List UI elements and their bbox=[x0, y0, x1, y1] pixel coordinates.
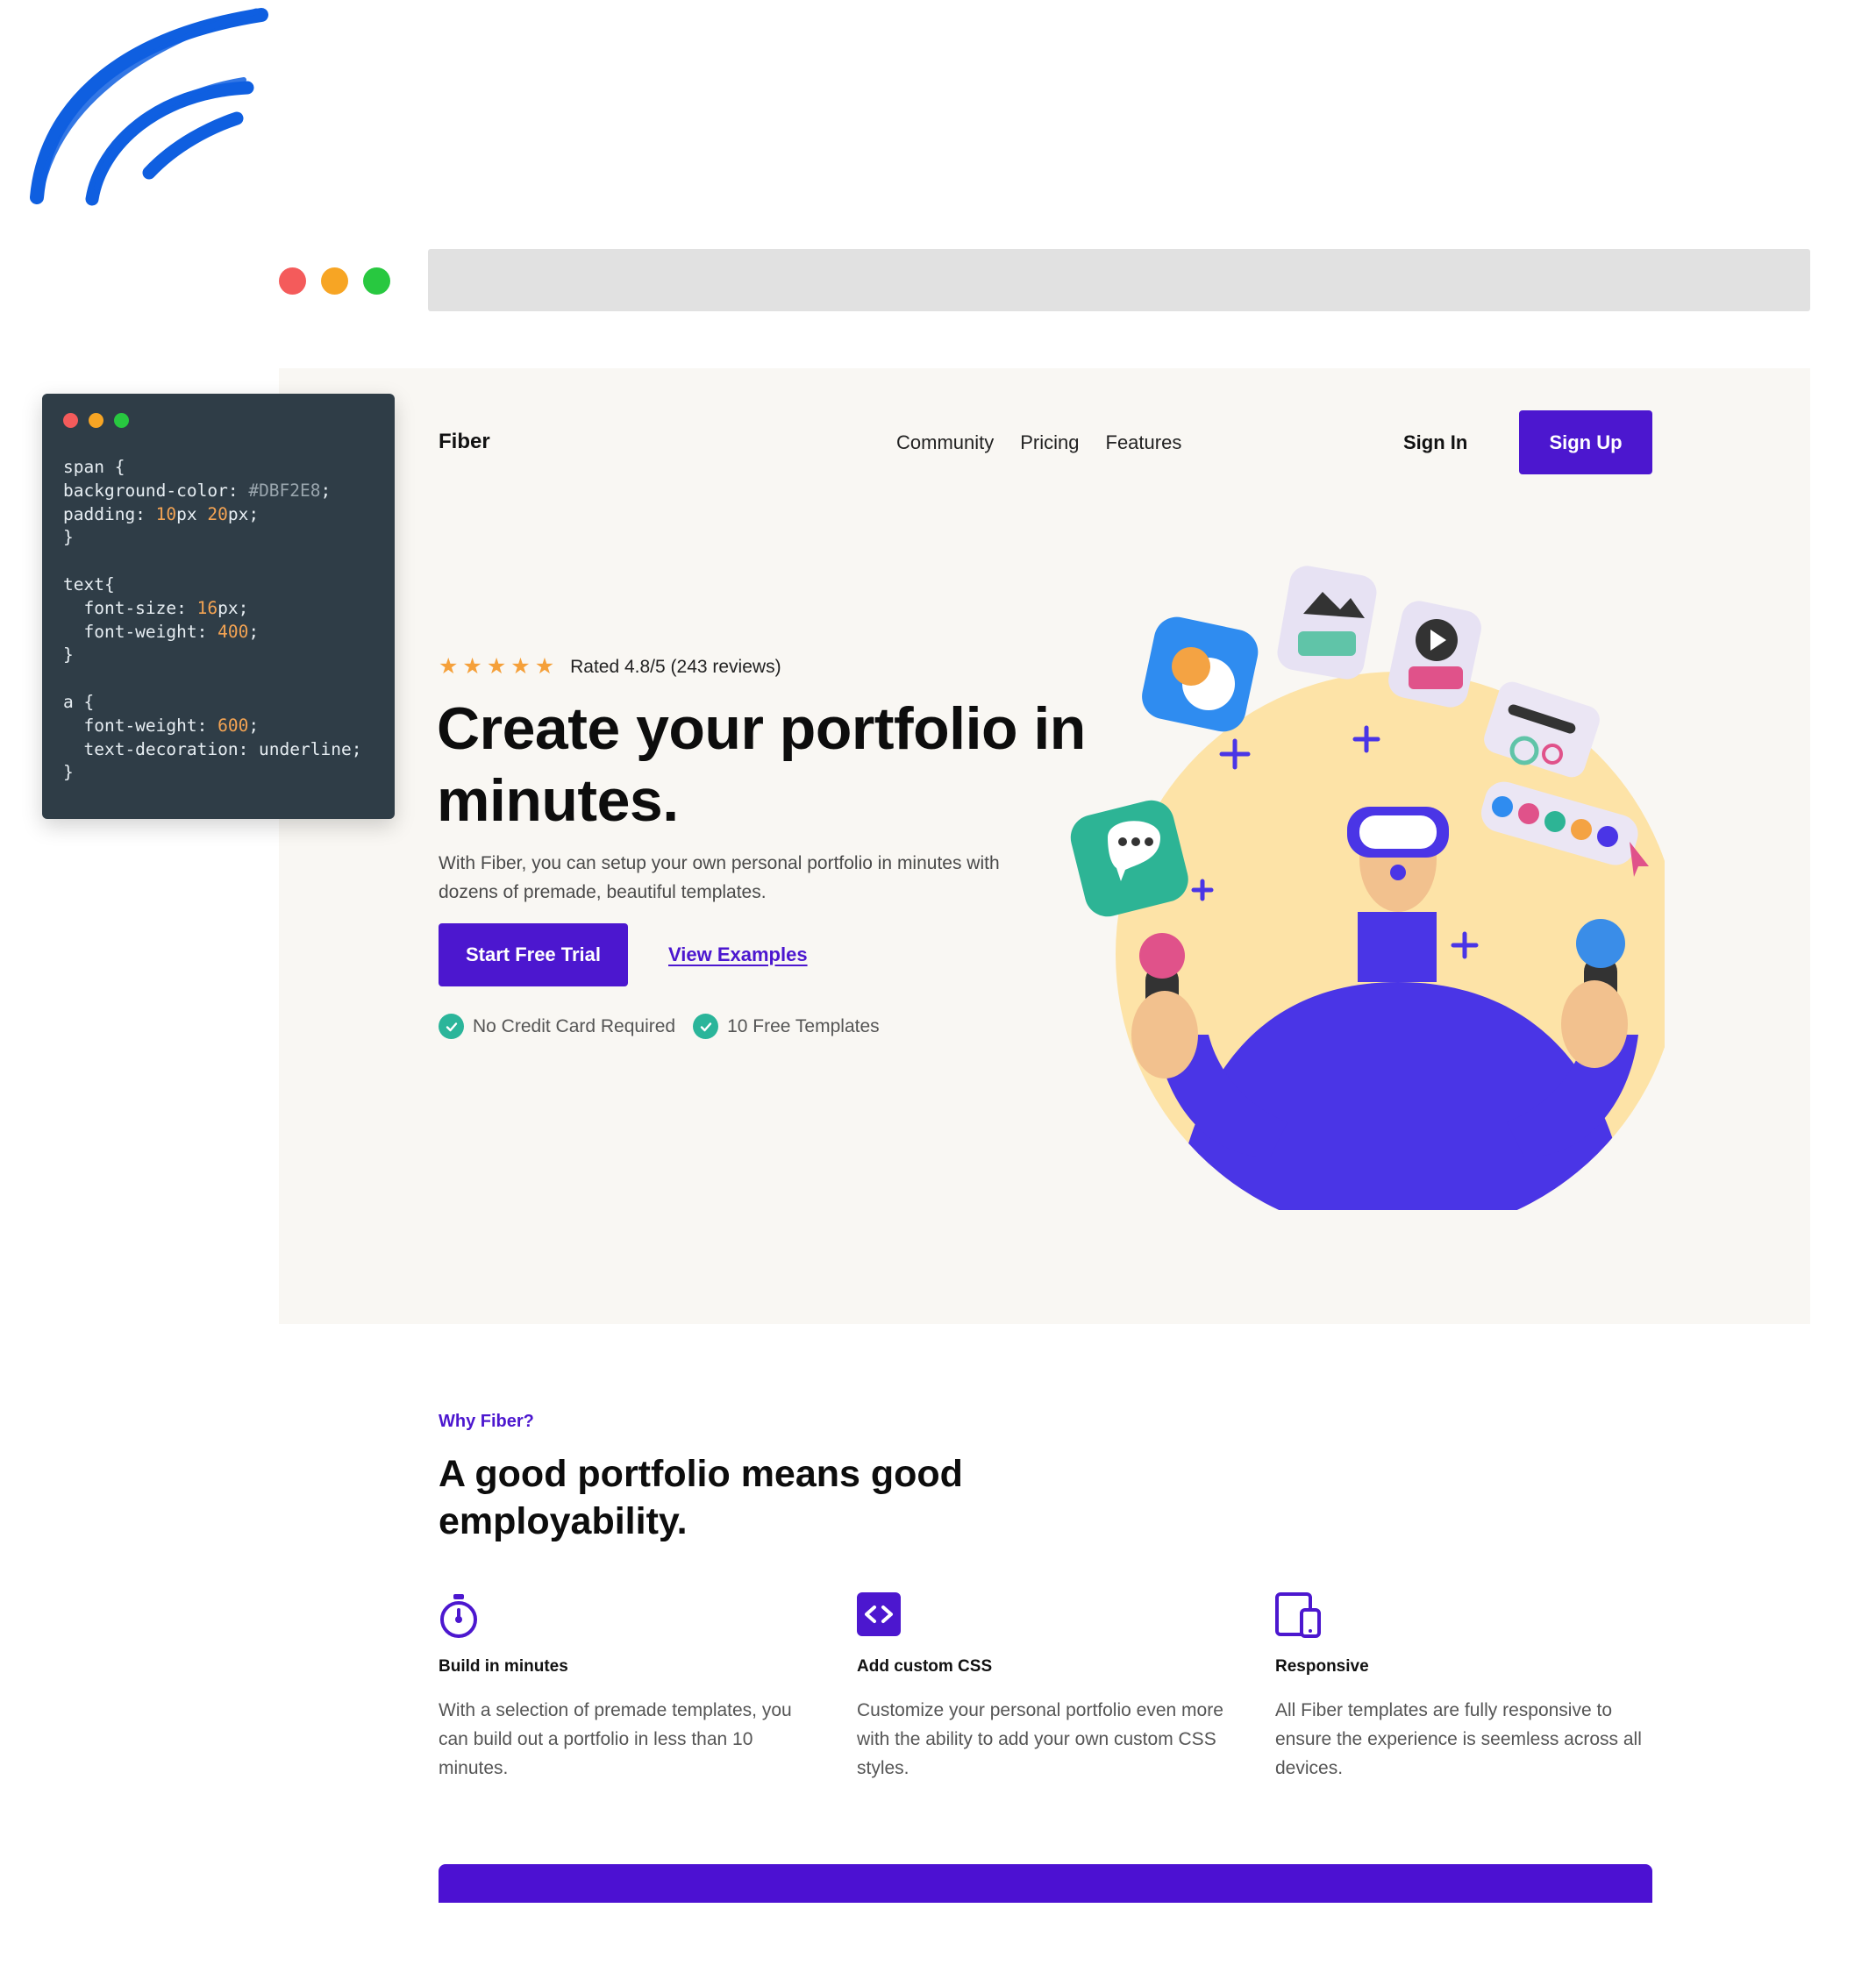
code-line: span { bbox=[63, 457, 125, 477]
hero-headline: Create your portfolio in minutes. bbox=[437, 695, 1086, 834]
devices-icon bbox=[1275, 1592, 1652, 1640]
feature-text: With a selection of premade templates, y… bbox=[439, 1700, 792, 1778]
code-line: text{ bbox=[63, 573, 115, 594]
hero-section: Fiber Community Pricing Features Sign In… bbox=[279, 368, 1810, 1324]
section-title: A good portfolio means good employabilit… bbox=[439, 1453, 963, 1542]
view-examples-link[interactable]: View Examples bbox=[668, 943, 808, 966]
sign-in-link[interactable]: Sign In bbox=[1403, 431, 1467, 454]
window-controls bbox=[279, 267, 390, 295]
minimize-dot[interactable] bbox=[321, 267, 348, 295]
start-free-trial-button[interactable]: Start Free Trial bbox=[439, 923, 628, 986]
site-logo[interactable]: Fiber bbox=[439, 430, 490, 454]
maximize-dot bbox=[114, 413, 129, 428]
star-icon: ★ bbox=[510, 654, 531, 679]
section-eyebrow: Why Fiber? bbox=[439, 1412, 534, 1431]
benefit-label: No Credit Card Required bbox=[473, 1015, 676, 1036]
code-line: padding: 10px 20px; bbox=[63, 503, 260, 524]
cta-banner bbox=[439, 1864, 1652, 1903]
feature-title: Responsive bbox=[1275, 1657, 1369, 1676]
code-line: font-size: 16px; bbox=[63, 597, 249, 618]
code-icon bbox=[857, 1592, 1234, 1640]
rating-stars: ★ ★ ★ ★ ★ bbox=[439, 656, 554, 678]
feature-text: All Fiber templates are fully responsive… bbox=[1275, 1700, 1642, 1778]
code-line: background-color: #DBF2E8; bbox=[63, 480, 332, 501]
benefit-item: 10 Free Templates bbox=[693, 1014, 880, 1039]
rating-text: Rated 4.8/5 (243 reviews) bbox=[570, 656, 781, 677]
website-page: Fiber Community Pricing Features Sign In… bbox=[279, 368, 1810, 1903]
check-circle-icon bbox=[439, 1014, 464, 1039]
main-nav: Community Pricing Features bbox=[896, 431, 1181, 454]
code-line: } bbox=[63, 762, 74, 783]
star-icon: ★ bbox=[462, 654, 482, 679]
star-icon: ★ bbox=[486, 654, 507, 679]
close-dot bbox=[63, 413, 78, 428]
stopwatch-icon bbox=[439, 1592, 816, 1640]
code-window-controls bbox=[63, 413, 374, 428]
star-icon: ★ bbox=[534, 654, 555, 679]
feature-card: Responsive All Fiber templates are fully… bbox=[1275, 1592, 1652, 1783]
star-icon: ★ bbox=[439, 654, 459, 679]
nav-item-community[interactable]: Community bbox=[896, 431, 994, 454]
hero-benefits: No Credit Card Required 10 Free Template… bbox=[439, 1014, 880, 1039]
minimize-dot bbox=[89, 413, 103, 428]
code-line: font-weight: 400; bbox=[63, 621, 260, 642]
sign-up-button[interactable]: Sign Up bbox=[1519, 410, 1652, 474]
nav-item-pricing[interactable]: Pricing bbox=[1020, 431, 1079, 454]
brush-stroke-decoration bbox=[30, 8, 268, 206]
code-line: a { bbox=[63, 691, 95, 712]
feature-text: Customize your personal portfolio even m… bbox=[857, 1700, 1223, 1778]
feature-title: Add custom CSS bbox=[857, 1657, 993, 1676]
hero-subtext: With Fiber, you can setup your own perso… bbox=[439, 853, 1000, 902]
rating: ★ ★ ★ ★ ★ Rated 4.8/5 (243 reviews) bbox=[439, 656, 781, 678]
code-line: } bbox=[63, 644, 74, 666]
code-block: span { background-color: #DBF2E8; paddin… bbox=[63, 456, 374, 785]
feature-card: Build in minutes With a selection of pre… bbox=[439, 1592, 816, 1783]
code-line: text-decoration: underline; bbox=[63, 738, 362, 759]
feature-card: Add custom CSS Customize your personal p… bbox=[857, 1592, 1234, 1783]
feature-title: Build in minutes bbox=[439, 1657, 568, 1676]
code-line: } bbox=[63, 527, 74, 548]
nav-item-features[interactable]: Features bbox=[1106, 431, 1182, 454]
close-dot[interactable] bbox=[279, 267, 306, 295]
benefit-item: No Credit Card Required bbox=[439, 1014, 675, 1039]
code-line: font-weight: 600; bbox=[63, 715, 260, 736]
check-circle-icon bbox=[693, 1014, 719, 1039]
code-snippet-panel: span { background-color: #DBF2E8; paddin… bbox=[42, 394, 395, 819]
maximize-dot[interactable] bbox=[363, 267, 390, 295]
address-bar[interactable] bbox=[428, 249, 1810, 311]
hero-illustration bbox=[1070, 566, 1665, 1210]
benefit-label: 10 Free Templates bbox=[727, 1015, 880, 1036]
